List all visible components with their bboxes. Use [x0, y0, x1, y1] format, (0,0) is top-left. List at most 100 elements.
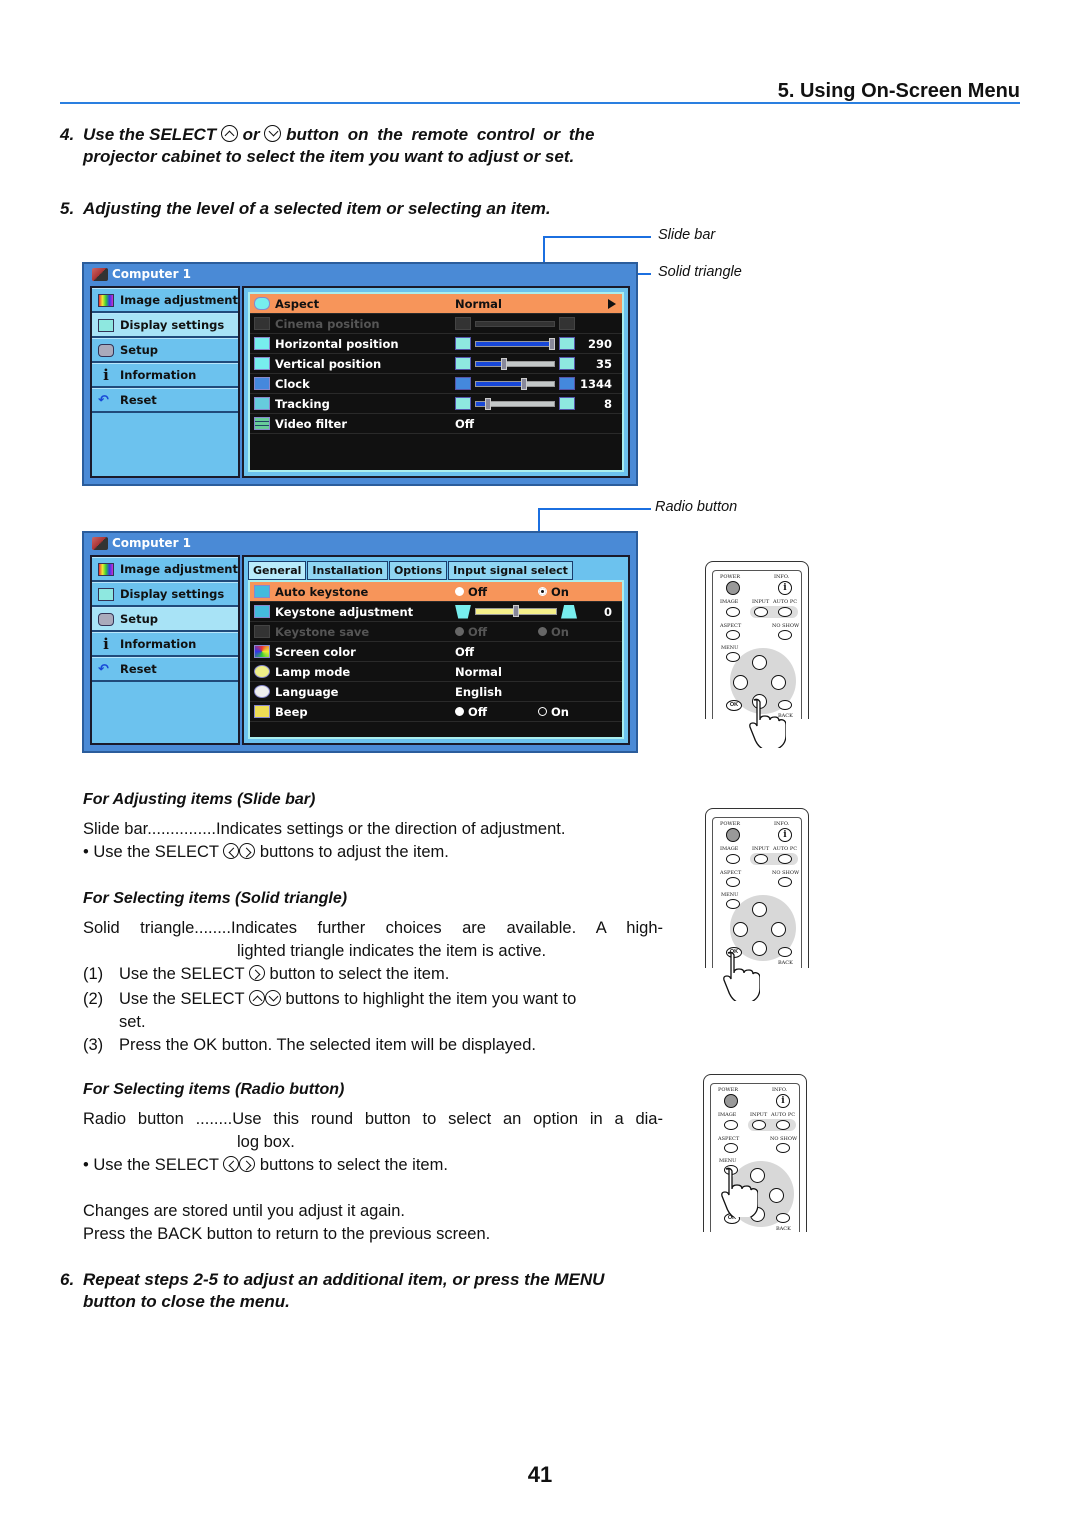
menu-row-vertical-position[interactable]: Vertical position 35	[250, 354, 622, 374]
clock-slider[interactable]	[455, 377, 575, 390]
tracking-slider[interactable]	[455, 397, 575, 410]
slider-thumb[interactable]	[549, 337, 555, 350]
auto-pc-button[interactable]	[778, 607, 792, 617]
power-button[interactable]	[726, 828, 740, 842]
osd-title: Computer 1	[92, 536, 191, 550]
sidebar-item-reset[interactable]: ↶ Reset	[92, 388, 238, 413]
tab-general[interactable]: General	[248, 561, 307, 580]
info-label: INFO.	[774, 821, 790, 827]
menu-row-clock[interactable]: Clock 1344	[250, 374, 622, 394]
image-button[interactable]	[726, 607, 740, 617]
no-show-button[interactable]	[776, 1143, 790, 1153]
vertical-position-icon	[254, 357, 270, 370]
sidebar-item-setup[interactable]: Setup	[92, 607, 238, 632]
image-button[interactable]	[724, 1120, 738, 1130]
slider-thumb[interactable]	[513, 605, 519, 617]
step-text: button on the remote control or the	[286, 125, 595, 144]
power-button[interactable]	[724, 1094, 738, 1108]
no-show-button[interactable]	[778, 630, 792, 640]
select-right-button[interactable]	[769, 1188, 784, 1203]
menu-row-screen-color[interactable]: Screen color Off	[250, 642, 622, 662]
row-label: Auto keystone	[275, 584, 369, 599]
sidebar-item-reset[interactable]: ↶ Reset	[92, 657, 238, 682]
menu-row-aspect[interactable]: Aspect Normal	[250, 294, 622, 314]
auto-pc-button[interactable]	[778, 854, 792, 864]
menu-row-language[interactable]: Language English	[250, 682, 622, 702]
tab-input-signal-select[interactable]: Input signal select	[448, 561, 573, 580]
info-button[interactable]: i	[776, 1094, 790, 1108]
slider-thumb[interactable]	[485, 397, 491, 410]
slider-thumb[interactable]	[501, 357, 507, 370]
aspect-button[interactable]	[724, 1143, 738, 1153]
select-left-icon	[223, 1156, 240, 1172]
radio-off[interactable]: Off	[455, 585, 487, 599]
power-button[interactable]	[726, 581, 740, 595]
solid-triangle-icon[interactable]	[608, 298, 616, 309]
menu-row-lamp-mode[interactable]: Lamp mode Normal	[250, 662, 622, 682]
menu-row-cinema-position: Cinema position	[250, 314, 622, 334]
image-button[interactable]	[726, 854, 740, 864]
tab-options[interactable]: Options	[388, 561, 448, 580]
osd-main-panel: General Installation Options Input signa…	[242, 555, 630, 745]
reset-icon: ↶	[98, 392, 109, 408]
horizontal-position-slider[interactable]	[455, 337, 575, 350]
radio-label: Off	[468, 584, 488, 599]
keystone-slider[interactable]	[455, 604, 577, 619]
vertical-position-slider[interactable]	[455, 357, 575, 370]
input-button[interactable]	[754, 854, 768, 864]
sidebar-item-image-adjustment[interactable]: Image adjustment	[92, 557, 238, 582]
sidebar-item-image-adjustment[interactable]: Image adjustment	[92, 288, 238, 313]
sidebar-item-label: Display settings	[120, 318, 225, 332]
aspect-button[interactable]	[726, 877, 740, 887]
term: Radio button	[83, 1110, 184, 1128]
input-button[interactable]	[752, 1120, 766, 1130]
back-button[interactable]	[778, 947, 792, 957]
sidebar-item-setup[interactable]: Setup	[92, 338, 238, 363]
computer-source-icon	[92, 536, 108, 550]
aspect-button[interactable]	[726, 630, 740, 640]
select-right-button[interactable]	[771, 675, 786, 690]
select-left-button[interactable]	[733, 675, 748, 690]
bullet-text: buttons to select the item.	[259, 1156, 448, 1174]
cinema-position-icon	[254, 317, 270, 330]
leader-dots: ........	[194, 919, 231, 937]
back-button[interactable]	[776, 1213, 790, 1223]
select-up-button[interactable]	[752, 902, 767, 917]
menu-row-keystone-adjustment[interactable]: Keystone adjustment 0	[250, 602, 622, 622]
info-button[interactable]: i	[778, 581, 792, 595]
radio-off[interactable]: Off	[455, 705, 487, 719]
list-item: (1) Use the SELECT button to select the i…	[83, 963, 663, 986]
slide-bar-callout-label: Slide bar	[658, 227, 716, 243]
menu-button[interactable]	[726, 652, 740, 662]
menu-row-video-filter[interactable]: Video filter Off	[250, 414, 622, 434]
auto-keystone-icon	[254, 585, 270, 598]
input-button[interactable]	[754, 607, 768, 617]
select-up-button[interactable]	[752, 655, 767, 670]
no-show-button[interactable]	[778, 877, 792, 887]
radio-on[interactable]: On	[538, 705, 569, 719]
sidebar-item-information[interactable]: i Information	[92, 632, 238, 657]
tab-installation[interactable]: Installation	[307, 561, 388, 580]
input-label: INPUT	[750, 1112, 768, 1118]
step-text: Use the SELECT	[83, 125, 217, 144]
ok-button[interactable]: OK	[726, 700, 742, 711]
sidebar-item-display-settings[interactable]: Display settings	[92, 313, 238, 338]
information-icon: i	[103, 635, 109, 653]
auto-pc-button[interactable]	[776, 1120, 790, 1130]
menu-row-horizontal-position[interactable]: Horizontal position 290	[250, 334, 622, 354]
menu-row-auto-keystone[interactable]: Auto keystone Off On	[250, 582, 622, 602]
sidebar-item-information[interactable]: i Information	[92, 363, 238, 388]
list-number: (2)	[83, 990, 104, 1008]
select-right-button[interactable]	[771, 922, 786, 937]
sidebar-item-display-settings[interactable]: Display settings	[92, 582, 238, 607]
info-button[interactable]: i	[778, 828, 792, 842]
menu-button[interactable]	[726, 899, 740, 909]
step-5: 5. Adjusting the level of a selected item…	[60, 198, 551, 220]
menu-row-tracking[interactable]: Tracking 8	[250, 394, 622, 414]
radio-on[interactable]: On	[538, 585, 569, 599]
select-left-button[interactable]	[733, 922, 748, 937]
radio-on: On	[538, 625, 569, 639]
definition: log box.	[237, 1133, 295, 1151]
slider-thumb[interactable]	[521, 377, 527, 390]
menu-row-beep[interactable]: Beep Off On	[250, 702, 622, 722]
